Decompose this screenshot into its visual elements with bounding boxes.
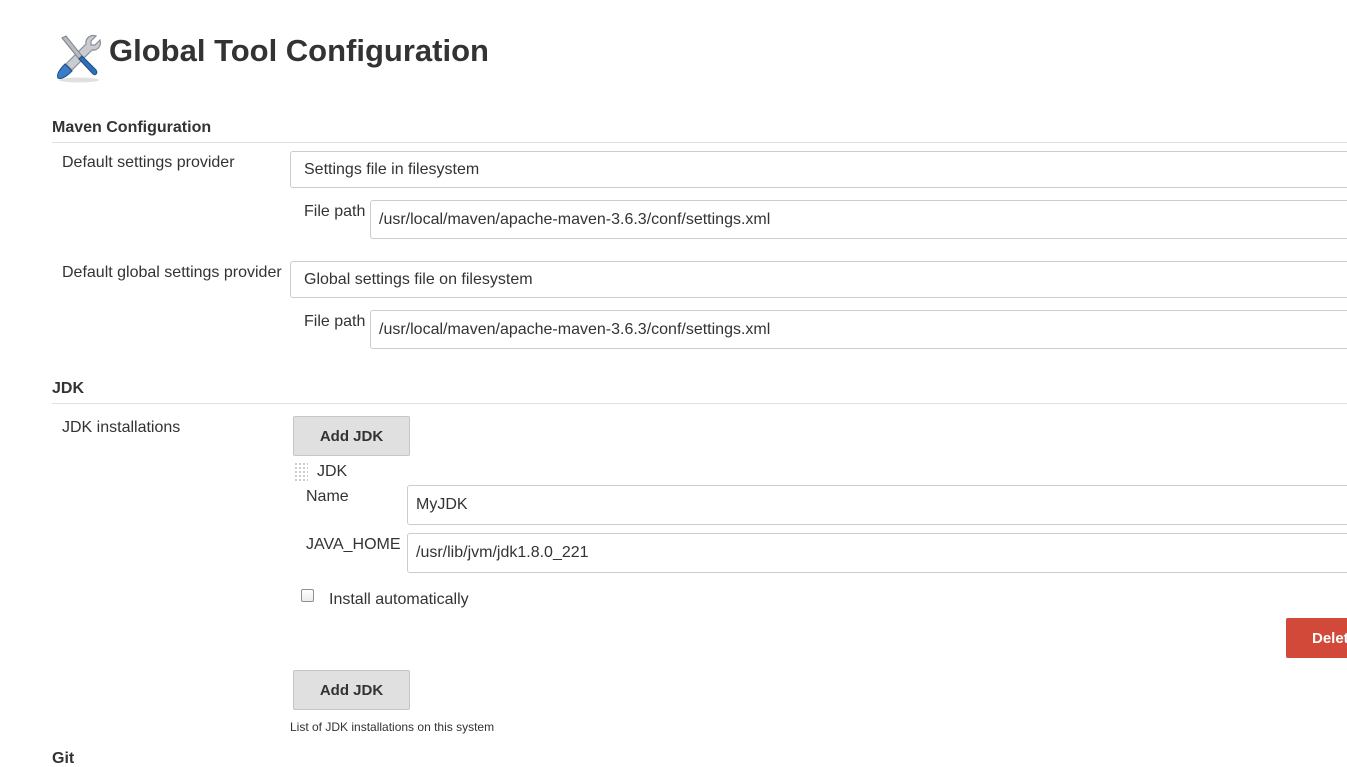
install-automatically-label: Install automatically [329,591,469,608]
java-home-input[interactable]: /usr/lib/jvm/jdk1.8.0_221 [407,533,1347,573]
add-jdk-button-top[interactable]: Add JDK [293,416,410,456]
jdk-entry-title: JDK [317,463,348,480]
tools-icon [57,34,102,83]
global-settings-provider-select[interactable]: Global settings file on filesystem [290,261,1347,298]
java-home-label: JAVA_HOME [306,536,401,553]
section-git: Git [52,750,75,767]
settings-provider-select[interactable]: Settings file in filesystem [290,151,1347,188]
jdk-name-input[interactable]: MyJDK [407,485,1347,525]
settings-file-path-label: File path [304,203,366,220]
section-maven-configuration: Maven Configuration [52,119,1347,143]
settings-provider-label: Default settings provider [62,154,235,171]
jdk-name-label: Name [306,488,349,505]
global-file-path-input[interactable]: /usr/local/maven/apache-maven-3.6.3/conf… [370,310,1347,349]
page: Global Tool Configuration Maven Configur… [0,0,1347,767]
add-jdk-button-bottom[interactable]: Add JDK [293,670,410,710]
jdk-installations-label: JDK installations [62,419,181,436]
section-jdk: JDK [52,380,1347,404]
install-automatically-checkbox[interactable] [301,589,314,602]
jdk-help-text: List of JDK installations on this system [290,720,495,734]
delete-jdk-button[interactable]: Delete [1286,618,1347,658]
global-file-path-label: File path [304,313,366,330]
settings-file-path-input[interactable]: /usr/local/maven/apache-maven-3.6.3/conf… [370,200,1347,239]
page-title: Global Tool Configuration [109,33,489,68]
global-settings-provider-label: Default global settings provider [62,264,282,281]
drag-handle-icon[interactable] [294,462,308,482]
